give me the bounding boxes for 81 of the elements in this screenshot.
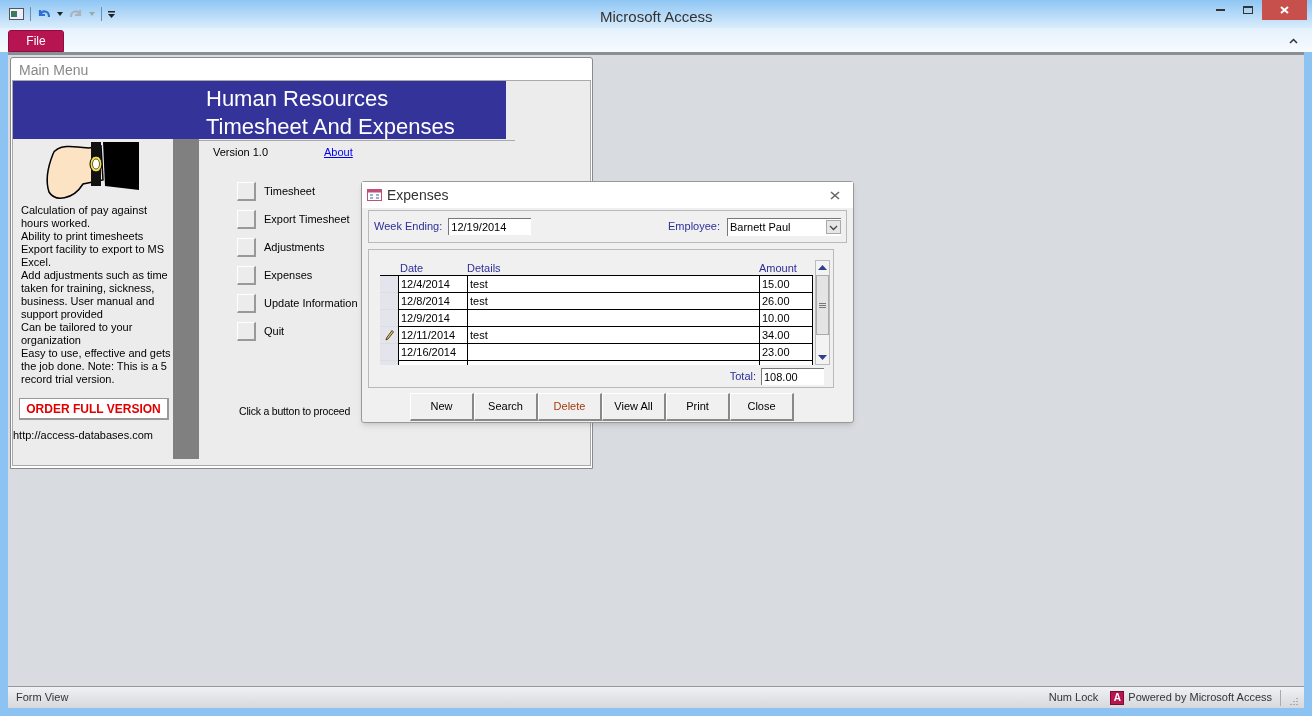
form-button[interactable]: View All [602,393,666,421]
form-button[interactable]: Search [474,393,538,421]
menu-option-button[interactable] [237,181,256,201]
menu-option-button[interactable] [237,293,256,313]
close-icon [1280,6,1289,14]
form-button[interactable]: Print [666,393,730,421]
record-selector[interactable] [380,327,398,344]
window-title: Expenses [387,185,449,205]
menu-option-label: Adjustments [264,239,325,255]
feature-text: Ability to print timesheets [21,230,145,243]
menu-option-button[interactable] [237,321,256,341]
table-cell[interactable]: 26.00 [759,293,813,310]
banner-title: Human Resources [206,85,389,113]
table-cell[interactable]: 12/8/2014 [398,293,467,310]
prompt-text: Click a button to proceed [239,404,351,419]
table-cell[interactable]: 12/4/2014 [398,276,467,293]
grip-icon [819,302,826,308]
table-cell[interactable]: 12/11/2014 [398,327,467,344]
form-button[interactable]: Close [730,393,794,421]
window-title: Microsoft Access [600,7,713,27]
week-ending-field[interactable]: 12/19/2014 [448,218,532,235]
feature-text: Can be tailored to your organization [21,321,134,347]
table-cell[interactable]: 12/16/2014 [398,344,467,361]
scroll-thumb[interactable] [816,275,829,335]
pencil-icon [384,329,394,341]
employee-label: Employee: [668,219,720,235]
redo-icon [69,8,83,20]
column-header: Date [399,261,425,275]
resize-grip-icon[interactable] [1289,697,1298,706]
form-title: Main Menu [18,61,90,80]
form-button[interactable]: New [410,393,474,421]
menu-option-label: Update Information [264,295,358,311]
feature-text: Add adjustments such as time taken for training, sickness, business. User manual and support provided [21,269,169,321]
collapse-ribbon-icon[interactable] [1289,38,1298,44]
table-cell[interactable]: 34.00 [759,327,813,344]
dropdown-caret-icon [89,12,95,16]
table-cell[interactable]: test [467,276,759,293]
week-ending-label: Week Ending: [374,219,443,235]
table-cell[interactable]: 15.00 [759,276,813,293]
table-cell[interactable]: 10.00 [759,310,813,327]
menu-option-label: Export Timesheet [264,211,350,227]
table-cell[interactable] [467,310,759,327]
view-status: Form View [16,690,69,706]
column-header: Details [467,261,502,275]
close-icon[interactable] [830,190,840,200]
close-button[interactable] [1262,0,1307,20]
table-cell[interactable]: test [467,327,759,344]
order-full-version-button[interactable]: ORDER FULL VERSION [19,398,169,420]
dropdown-caret-icon[interactable] [57,12,63,16]
feature-text: Export facility to export to MS Excel. [21,243,166,269]
table-cell[interactable]: 12/9/2014 [398,310,467,327]
menu-option-label: Expenses [264,267,313,283]
menu-option-button[interactable] [237,209,256,229]
undo-icon[interactable] [37,8,51,20]
employee-dropdown[interactable]: Barnett Paul [727,217,841,236]
form-icon[interactable] [9,8,24,20]
table-cell[interactable] [467,344,759,361]
form-button[interactable]: Delete [538,393,602,421]
table-cell[interactable]: 23.00 [759,344,813,361]
menu-option-label: Quit [264,323,285,339]
access-logo: A [1110,690,1125,705]
feature-text: Calculation of pay against hours worked. [21,204,148,230]
menu-option-label: Timesheet [264,183,315,199]
column-header: Amount [759,261,798,275]
website-text: http://access-databases.com [13,428,154,443]
powered-by-text: Powered by Microsoft Access [1128,690,1272,706]
form-icon [367,189,382,201]
version-text: Version 1.0 [213,144,270,160]
total-field: 108.00 [761,368,824,385]
total-label: Total: [729,369,756,385]
about-link[interactable]: About [324,143,353,161]
table-cell[interactable]: test [467,293,759,310]
menu-option-button[interactable] [237,237,256,257]
employee-value: Barnett Paul [729,219,792,235]
scrollbar[interactable] [815,260,830,365]
customize-toolbar-icon[interactable] [108,10,115,18]
num-lock-status: Num Lock [1048,690,1099,706]
file-tab[interactable]: File [8,30,64,52]
feature-text: Easy to use, effective and gets the job done. Note: This is a 5 record trial version. [21,347,172,386]
menu-option-button[interactable] [237,265,256,285]
banner-subtitle: Timesheet And Expenses [206,113,455,141]
